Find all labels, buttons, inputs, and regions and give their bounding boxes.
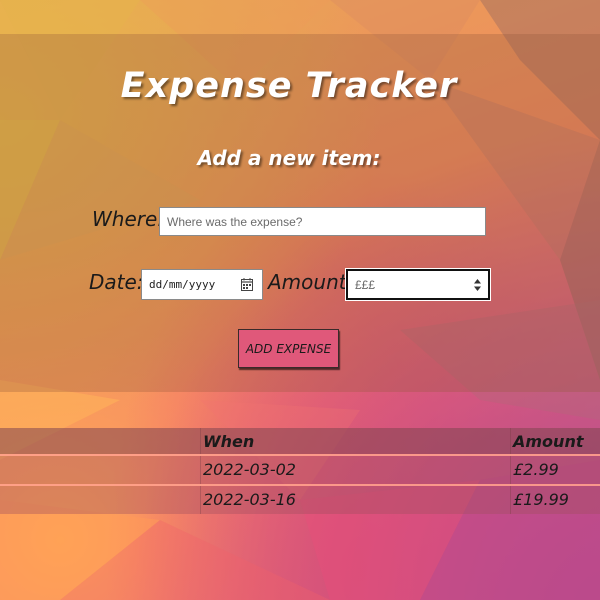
where-label: Where:	[92, 207, 165, 231]
cell-amount: £2.99	[513, 460, 559, 479]
spinner-arrows-icon[interactable]	[473, 278, 482, 292]
column-divider	[510, 456, 511, 484]
column-divider	[510, 486, 511, 514]
table-row: 2022-03-02 £2.99	[0, 456, 600, 484]
cell-when: 2022-03-16	[203, 490, 296, 509]
where-placeholder: Where was the expense?	[167, 214, 303, 229]
cell-amount: £19.99	[513, 490, 569, 509]
amount-input[interactable]: £££	[345, 268, 491, 301]
form-subtitle: Add a new item:	[197, 146, 381, 170]
expense-table: When Amount 2022-03-02 £2.99 2022-03-16 …	[0, 428, 600, 514]
column-header-amount: Amount	[513, 432, 584, 451]
column-header-when: When	[203, 432, 255, 451]
page-title: Expense Tracker	[120, 66, 458, 106]
amount-label: Amount:	[268, 270, 354, 294]
column-divider	[200, 428, 201, 454]
calendar-icon[interactable]	[241, 278, 253, 291]
date-placeholder: dd/mm/yyyy	[149, 278, 216, 291]
add-expense-button[interactable]: ADD EXPENSE	[238, 329, 339, 368]
table-row: 2022-03-16 £19.99	[0, 486, 600, 514]
column-divider	[200, 486, 201, 514]
column-divider	[200, 456, 201, 484]
column-divider	[510, 428, 511, 454]
date-input[interactable]: dd/mm/yyyy	[141, 269, 263, 300]
date-label: Date:	[89, 270, 144, 294]
where-input[interactable]: Where was the expense?	[159, 207, 486, 236]
amount-placeholder: £££	[355, 277, 376, 292]
cell-when: 2022-03-02	[203, 460, 296, 479]
table-header-row: When Amount	[0, 428, 600, 454]
